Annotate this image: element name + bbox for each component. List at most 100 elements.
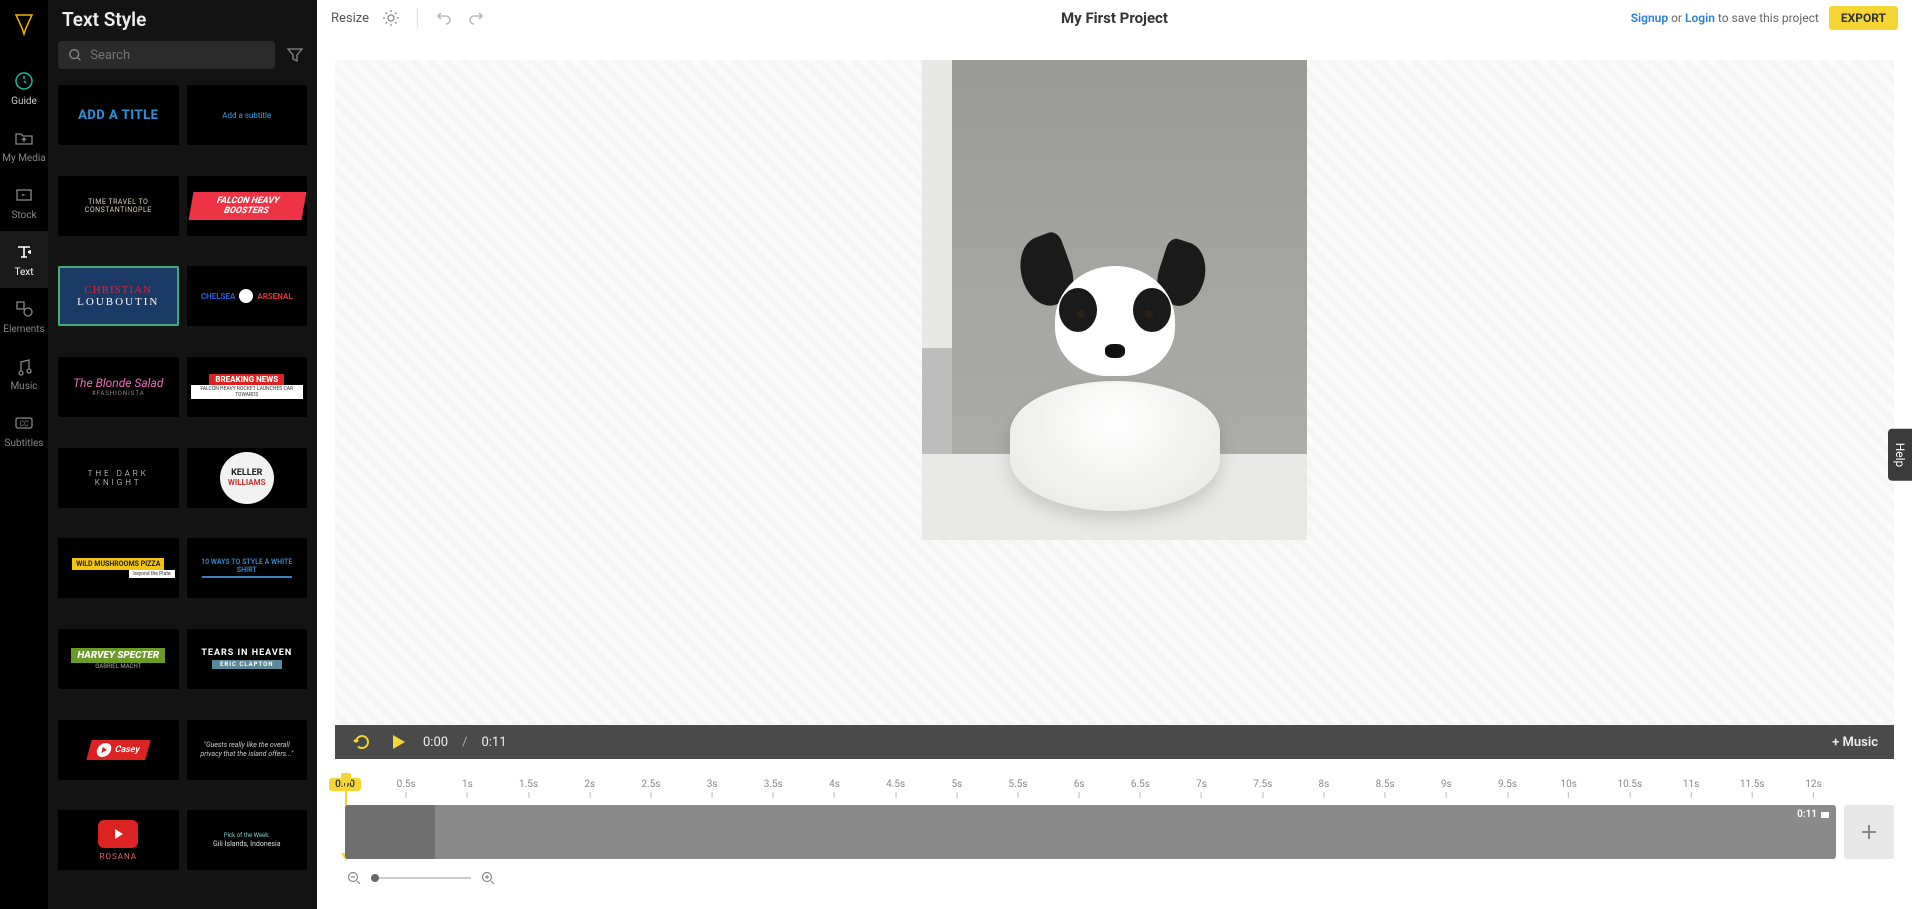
rail-text-label: Text <box>14 267 33 278</box>
style-add-title[interactable]: ADD A TITLE <box>58 85 179 145</box>
export-button[interactable]: EXPORT <box>1829 6 1898 30</box>
ruler-tick: 2s <box>584 779 595 798</box>
style-rosana[interactable]: ROSANA <box>58 810 179 870</box>
play-button[interactable] <box>387 731 409 753</box>
rail-music-label: Music <box>10 381 37 392</box>
ruler-tick: 6.5s <box>1131 779 1150 798</box>
folder-upload-icon <box>13 127 35 149</box>
main-area: Resize My First Project Signup or Login … <box>317 0 1912 909</box>
app-logo[interactable] <box>8 8 40 40</box>
style-chelsea-arsenal[interactable]: CHELSEAARSENAL <box>187 266 308 326</box>
music-icon <box>13 355 35 377</box>
rail-mymedia[interactable]: My Media <box>0 117 48 174</box>
ruler-tick: 10.5s <box>1618 779 1643 798</box>
video-preview[interactable] <box>922 60 1307 540</box>
current-time: 0:00 <box>423 735 448 750</box>
ruler-tick: 3.5s <box>764 779 783 798</box>
search-icon <box>68 47 82 63</box>
signup-link[interactable]: Signup <box>1631 11 1668 25</box>
add-clip-button[interactable] <box>1844 805 1894 859</box>
resize-button[interactable]: Resize <box>331 11 369 26</box>
ruler-tick: 7s <box>1196 779 1207 798</box>
style-pizza[interactable]: WILD MUSHROOMS PIZZAbeyond the Plate <box>58 538 179 598</box>
film-icon <box>13 184 35 206</box>
help-tab[interactable]: Help <box>1888 428 1912 481</box>
rail-stock[interactable]: Stock <box>0 174 48 231</box>
redo-button[interactable] <box>466 8 486 28</box>
style-dark-knight[interactable]: THE DARK KNIGHT <box>58 448 179 508</box>
rail-guide[interactable]: Guide <box>0 60 48 117</box>
clip-duration: 0:11 <box>1797 809 1830 820</box>
rail-subtitles-label: Subtitles <box>5 438 44 449</box>
canvas-area <box>317 36 1912 725</box>
restart-icon <box>352 732 372 752</box>
canvas-stage[interactable] <box>335 60 1894 725</box>
rail-text[interactable]: Text <box>0 231 48 288</box>
ruler-tick: 4s <box>829 779 840 798</box>
ruler-tick: 9s <box>1441 779 1452 798</box>
rail-music[interactable]: Music <box>0 345 48 402</box>
ruler-tick: 5.5s <box>1008 779 1027 798</box>
ruler-tick: 5s <box>951 779 962 798</box>
timeline: 0:00 0.5s1s1.5s2s2.5s3s3.5s4s4.5s5s5.5s6… <box>317 759 1912 909</box>
cc-icon: CC <box>13 412 35 434</box>
style-harvey-specter[interactable]: HARVEY SPECTERGABRIEL MACHT <box>58 629 179 689</box>
zoom-in-button[interactable] <box>479 869 497 887</box>
style-gili[interactable]: Pick of the Week:Gili Islands, Indonesia <box>187 810 308 870</box>
style-tears-heaven[interactable]: TEARS IN HEAVENERIC CLAPTON <box>187 629 308 689</box>
ruler-tick: 0.5s <box>397 779 416 798</box>
login-link[interactable]: Login <box>1685 11 1715 25</box>
style-white-shirt[interactable]: 10 WAYS TO STYLE A WHITE SHIRT <box>187 538 308 598</box>
zoom-controls <box>345 869 1894 887</box>
bowl-illustration <box>1010 381 1220 511</box>
zoom-in-icon <box>481 871 495 885</box>
text-style-panel: Text Style ADD A TITLE Add a subtitle TI… <box>48 0 317 909</box>
ruler-tick: 12s <box>1805 779 1821 798</box>
filter-button[interactable] <box>283 43 307 67</box>
video-clip[interactable]: 0:11 <box>345 805 1836 859</box>
rail-stock-label: Stock <box>11 210 36 221</box>
rail-guide-label: Guide <box>11 96 37 107</box>
style-add-subtitle[interactable]: Add a subtitle <box>187 85 308 145</box>
timeline-ruler[interactable]: 0:00 0.5s1s1.5s2s2.5s3s3.5s4s4.5s5s5.5s6… <box>345 779 1844 805</box>
style-keller-williams[interactable]: KELLERWILLIAMS <box>187 448 308 508</box>
settings-button[interactable] <box>381 8 401 28</box>
youtube-icon <box>98 820 138 848</box>
total-time: 0:11 <box>481 735 506 750</box>
ruler-tick: 1.5s <box>519 779 538 798</box>
save-prompt: Signup or Login to save this project <box>1631 11 1819 25</box>
play-icon <box>95 743 113 757</box>
style-blonde-salad[interactable]: The Blonde Salad#FASHIONISTA <box>58 357 179 417</box>
ruler-tick: 1s <box>462 779 473 798</box>
ball-icon <box>239 289 253 303</box>
ruler-tick: 11.5s <box>1740 779 1765 798</box>
zoom-slider[interactable] <box>371 877 471 879</box>
rail-elements-label: Elements <box>3 324 44 335</box>
rail-subtitles[interactable]: CC Subtitles <box>0 402 48 459</box>
left-rail: Guide My Media Stock Text Elements Music… <box>0 0 48 909</box>
style-timetravel[interactable]: TIME TRAVEL TOCONSTANTINOPLE <box>58 176 179 236</box>
zoom-handle[interactable] <box>371 874 379 882</box>
style-falcon[interactable]: FALCON HEAVY BOOSTERS <box>187 176 308 236</box>
project-title[interactable]: My First Project <box>1061 9 1168 27</box>
undo-icon <box>435 9 453 27</box>
search-box[interactable] <box>58 41 275 69</box>
plus-icon <box>1858 821 1880 843</box>
ruler-tick: 11s <box>1683 779 1699 798</box>
style-guests-quote[interactable]: "Guests really like the overall privacy … <box>187 720 308 780</box>
rail-elements[interactable]: Elements <box>0 288 48 345</box>
ruler-tick: 6s <box>1074 779 1085 798</box>
ruler-tick: 3s <box>707 779 718 798</box>
style-casey[interactable]: Casey <box>58 720 179 780</box>
zoom-out-button[interactable] <box>345 869 363 887</box>
restart-button[interactable] <box>351 731 373 753</box>
search-input[interactable] <box>90 48 265 63</box>
add-music-button[interactable]: + Music <box>1832 735 1878 750</box>
ruler-tick: 7.5s <box>1253 779 1272 798</box>
undo-button[interactable] <box>434 8 454 28</box>
style-louboutin[interactable]: CHRISTIANLOUBOUTIN <box>58 266 179 326</box>
ruler-tick: 10s <box>1560 779 1576 798</box>
text-icon <box>13 241 35 263</box>
play-icon <box>389 733 407 751</box>
style-breaking-news[interactable]: BREAKING NEWSFALCON HEAVY ROCKET LAUNCHE… <box>187 357 308 417</box>
